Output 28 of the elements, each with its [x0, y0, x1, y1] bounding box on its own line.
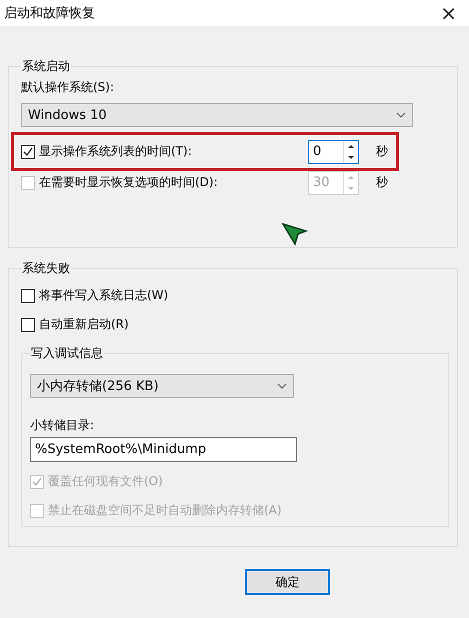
checkbox[interactable] [21, 144, 35, 158]
checkbox-label: 禁止在磁盘空间不足时自动删除内存转储(A) [48, 502, 282, 519]
group-title: 系统失败 [21, 260, 71, 277]
checkbox-label: 显示操作系统列表的时间(T): [39, 143, 192, 160]
unit-label: 秒 [376, 174, 389, 191]
dump-type-dropdown[interactable]: 小内存转储(256 KB) [30, 374, 294, 398]
close-button[interactable]: × [436, 3, 461, 23]
unit-label: 秒 [376, 143, 389, 160]
checkbox-label: 自动重新启动(R) [39, 316, 129, 333]
field-label: 默认操作系统(S): [21, 79, 116, 96]
checkbox[interactable] [21, 288, 35, 302]
number-spinner[interactable]: 0 [308, 140, 359, 164]
cursor-icon [282, 222, 308, 246]
checkbox-label: 将事件写入系统日志(W) [39, 287, 168, 304]
check-icon [23, 146, 33, 156]
field-label: 小转储目录: [30, 417, 96, 434]
group-title: 系统启动 [21, 58, 71, 75]
checkbox-label: 覆盖任何现有文件(O) [48, 473, 163, 490]
chevron-down-icon [277, 383, 287, 389]
check-icon [32, 476, 42, 486]
os-dropdown[interactable]: Windows 10 [21, 103, 413, 127]
chevron-down-icon [396, 112, 406, 118]
dump-directory-field[interactable]: %SystemRoot%\Minidump [30, 437, 297, 462]
group-title: 写入调试信息 [30, 345, 104, 362]
ok-button[interactable]: 确定 [245, 569, 330, 595]
checkbox-label: 在需要时显示恢复选项的时间(D): [39, 174, 218, 191]
window-title: 启动和故障恢复 [4, 5, 95, 22]
checkbox[interactable] [21, 318, 35, 332]
